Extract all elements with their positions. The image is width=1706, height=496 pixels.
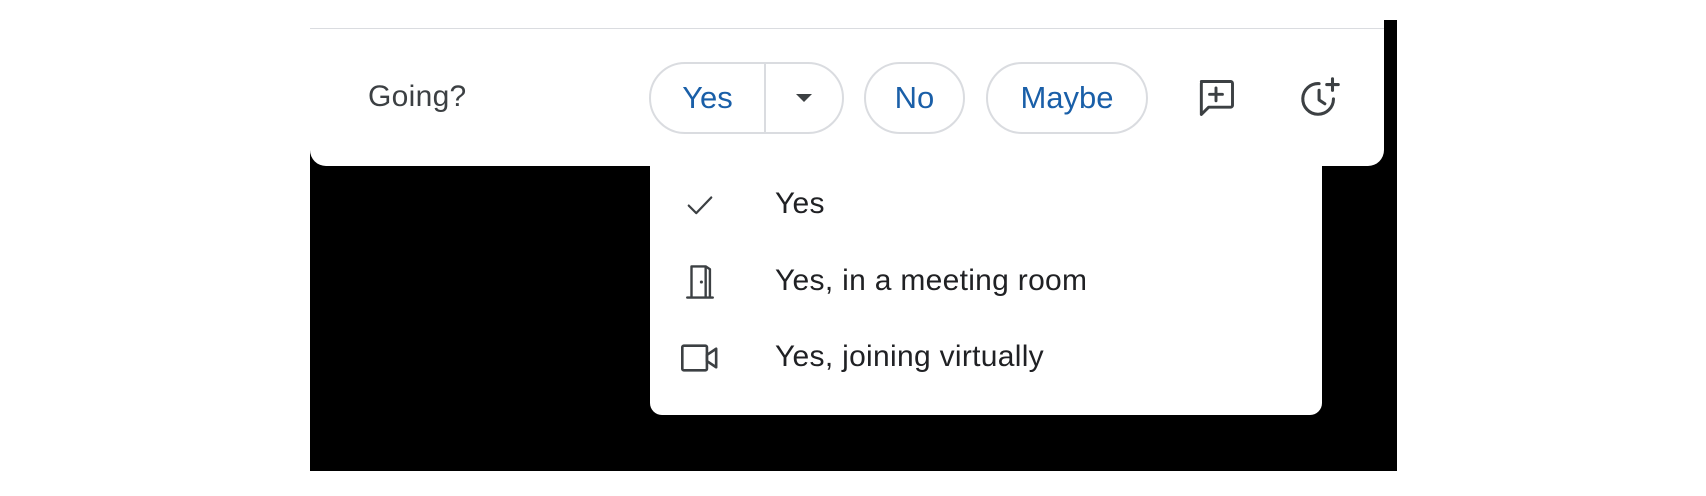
event-rsvp-card: Going? Yes No Maybe [310,20,1384,166]
propose-new-time-icon [1301,77,1340,116]
door-icon [680,264,720,300]
stage: Going? Yes No Maybe Yes Yes, in a meetin… [0,0,1706,496]
yes-options-dropdown-button[interactable] [766,64,842,132]
no-button-label: No [894,80,935,115]
no-button[interactable]: No [864,62,965,134]
yes-button[interactable]: Yes [651,64,766,132]
chevron-down-icon [796,94,812,102]
maybe-button-label: Maybe [1020,80,1114,115]
add-note-icon [1199,80,1234,116]
yes-split-button: Yes [649,62,844,134]
add-note-button[interactable] [1190,72,1242,124]
menu-item-yes[interactable]: Yes [650,169,1322,241]
check-icon [680,187,720,223]
video-camera-icon [680,340,720,376]
yes-options-menu: Yes Yes, in a meeting room Yes, joining … [650,160,1322,415]
menu-item-label: Yes, in a meeting room [775,264,1088,297]
menu-item-yes-meeting-room[interactable]: Yes, in a meeting room [650,246,1322,318]
going-label: Going? [368,80,467,113]
divider [310,28,1384,29]
yes-button-label: Yes [682,80,733,115]
menu-item-label: Yes, joining virtually [775,340,1044,373]
maybe-button[interactable]: Maybe [986,62,1148,134]
menu-item-label: Yes [775,187,825,220]
propose-new-time-button[interactable] [1295,72,1347,124]
menu-item-yes-virtual[interactable]: Yes, joining virtually [650,322,1322,394]
